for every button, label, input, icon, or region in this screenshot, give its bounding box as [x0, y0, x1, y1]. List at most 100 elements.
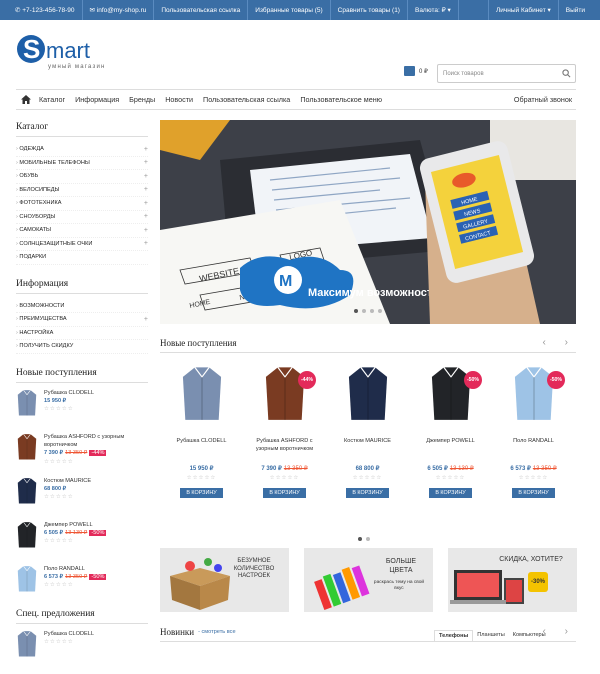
logout-link[interactable]: Выйти: [557, 0, 592, 20]
product-card[interactable]: -50% Поло RANDALL 6 573 ₽13 350 ₽ ☆☆☆☆☆ В КО…: [492, 365, 575, 499]
list-item[interactable]: Джемпер POWELL 6 505 ₽13 130 ₽ -50% ☆☆☆☆☆: [16, 521, 148, 565]
list-item[interactable]: Рубашка CLODELL ☆☆☆☆☆: [16, 630, 148, 674]
callback-link[interactable]: Обратный звонок: [514, 95, 572, 104]
promo-colors[interactable]: Больше цвета раскрась тему на свой вкус: [304, 548, 433, 612]
product-thumbnail[interactable]: [16, 521, 38, 549]
search-input[interactable]: Поиск товаров: [437, 64, 576, 83]
add-to-cart-button[interactable]: В КОРЗИНУ: [346, 488, 389, 498]
sidebar-item[interactable]: Велосипеды +: [16, 184, 148, 197]
product-thumbnail[interactable]: [16, 630, 38, 658]
add-to-cart-button[interactable]: В КОРЗИНУ: [180, 488, 223, 498]
nav-item-info[interactable]: Информация: [75, 95, 119, 104]
expand-icon[interactable]: +: [144, 173, 148, 180]
promo-discount[interactable]: Скидка, хотите? -30%: [448, 548, 577, 612]
sidebar-item[interactable]: Самокаты +: [16, 224, 148, 238]
tab-computers[interactable]: Компьютеры: [509, 630, 550, 641]
expand-icon[interactable]: +: [144, 227, 148, 234]
svg-text:умный магазин: умный магазин: [48, 63, 106, 70]
sidebar-item[interactable]: Фототехника +: [16, 197, 148, 211]
new-arrivals-title: Новые поступления: [16, 368, 148, 383]
old-price: 13 350 ₽: [283, 466, 308, 472]
product-name[interactable]: Рубашка CLODELL: [160, 437, 243, 461]
product-name[interactable]: Поло RANDALL: [44, 565, 106, 573]
sidebar-item-label: Возможности: [16, 303, 64, 309]
product-image[interactable]: [326, 365, 409, 427]
product-image[interactable]: [160, 365, 243, 427]
carousel-arrows[interactable]: ‹ ›: [543, 337, 576, 348]
product-thumbnail[interactable]: [16, 389, 38, 417]
product-carousel: Рубашка CLODELL 15 950 ₽ ☆☆☆☆☆ В КОРЗИНУ -44…: [160, 365, 576, 499]
account-dropdown[interactable]: Личный Кабинет ▾: [487, 0, 558, 20]
rating-stars: ☆☆☆☆☆: [44, 458, 74, 465]
product-card[interactable]: Рубашка CLODELL 15 950 ₽ ☆☆☆☆☆ В КОРЗИНУ: [160, 365, 243, 499]
list-item[interactable]: Поло RANDALL 6 573 ₽13 350 ₽ -50% ☆☆☆☆☆: [16, 565, 148, 609]
expand-icon[interactable]: +: [144, 316, 148, 323]
product-name[interactable]: Джемпер POWELL: [409, 437, 492, 461]
discount-badge: -44%: [298, 371, 316, 389]
carousel-pager[interactable]: [356, 528, 372, 546]
product-card[interactable]: Костюм MAURICE 68 800 ₽ ☆☆☆☆☆ В КОРЗИНУ: [326, 365, 409, 499]
cart-button[interactable]: 0 ₽: [404, 66, 428, 76]
sidebar-item[interactable]: Одежда +: [16, 143, 148, 157]
sidebar-item[interactable]: Настройка: [16, 327, 148, 340]
tab-phones[interactable]: Телефоны: [434, 630, 474, 641]
product-name[interactable]: Рубашка CLODELL: [44, 630, 94, 638]
phone-link[interactable]: ✆ +7-123-456-78-90: [8, 0, 83, 20]
promo-settings[interactable]: Безумное количество настроек: [160, 548, 289, 612]
expand-icon[interactable]: +: [144, 146, 148, 153]
product-name[interactable]: Рубашка CLODELL: [44, 389, 94, 397]
product-name[interactable]: Костюм MAURICE: [326, 437, 409, 461]
list-item[interactable]: Рубашка ASHFORD с узорным воротничком 7 3…: [16, 433, 148, 477]
expand-icon[interactable]: +: [144, 240, 148, 247]
favorites-link[interactable]: Избранные товары (5): [248, 0, 331, 20]
nav-item-custom-link[interactable]: Пользовательская ссылка: [203, 95, 290, 104]
nav-item-brands[interactable]: Бренды: [129, 95, 155, 104]
compare-link[interactable]: Сравнить товары (1): [331, 0, 408, 20]
special-offers-list: Рубашка CLODELL ☆☆☆☆☆: [16, 630, 148, 674]
add-to-cart-button[interactable]: В КОРЗИНУ: [512, 488, 555, 498]
list-item[interactable]: Рубашка CLODELL 15 950 ₽ ☆☆☆☆☆: [16, 389, 148, 433]
search-icon[interactable]: [562, 69, 571, 78]
sidebar-item[interactable]: Мобильные телефоны +: [16, 157, 148, 170]
email-link[interactable]: ✉ info@my-shop.ru: [83, 0, 155, 20]
expand-icon[interactable]: +: [144, 213, 148, 220]
product-thumbnail[interactable]: [16, 477, 38, 505]
expand-icon[interactable]: +: [144, 186, 148, 193]
product-name[interactable]: Поло RANDALL: [492, 437, 575, 461]
product-thumbnail[interactable]: [16, 433, 38, 461]
sidebar-item[interactable]: Преимущества +: [16, 313, 148, 327]
expand-icon[interactable]: +: [144, 200, 148, 207]
product-info: Поло RANDALL 6 573 ₽13 350 ₽ -50% ☆☆☆☆☆: [44, 565, 107, 609]
expand-icon[interactable]: +: [144, 159, 148, 166]
sidebar-item[interactable]: Сноуборды +: [16, 211, 148, 224]
logo[interactable]: S mart умный магазин: [16, 34, 116, 76]
product-card[interactable]: -50% Джемпер POWELL 6 505 ₽13 130 ₽ ☆☆☆☆☆ В …: [409, 365, 492, 499]
nav-item-custom-menu[interactable]: Пользовательское меню: [300, 95, 382, 104]
list-item[interactable]: Костюм MAURICE 68 800 ₽ ☆☆☆☆☆: [16, 477, 148, 521]
product-name[interactable]: Костюм MAURICE: [44, 477, 91, 485]
add-to-cart-button[interactable]: В КОРЗИНУ: [263, 488, 306, 498]
currency-dropdown[interactable]: Валюта: ₽ ▾: [408, 0, 459, 20]
product-thumbnail[interactable]: [16, 565, 38, 593]
sidebar-item[interactable]: Подарки: [16, 251, 148, 265]
sidebar-item[interactable]: Обувь +: [16, 170, 148, 184]
product-name[interactable]: Рубашка ASHFORD с узорным воротничком: [243, 437, 326, 461]
banner-pager[interactable]: [160, 300, 576, 318]
add-to-cart-button[interactable]: В КОРЗИНУ: [429, 488, 472, 498]
novelties-see-all[interactable]: - смотреть все: [198, 629, 236, 635]
product-name[interactable]: Джемпер POWELL: [44, 521, 106, 529]
sidebar-item[interactable]: Возможности: [16, 300, 148, 313]
product-card[interactable]: -44% Рубашка ASHFORD с узорным воротничко…: [243, 365, 326, 499]
custom-link[interactable]: Пользовательская ссылка: [154, 0, 249, 20]
rating-stars: ☆☆☆☆☆: [44, 638, 74, 645]
discount-badge: -50%: [464, 371, 482, 389]
nav-item-news[interactable]: Новости: [165, 95, 193, 104]
tab-tablets[interactable]: Планшеты: [473, 630, 508, 641]
home-icon[interactable]: [21, 95, 31, 104]
nav-item-catalog[interactable]: Каталог: [39, 95, 65, 104]
sidebar-item[interactable]: Солнцезащитные очки +: [16, 238, 148, 251]
hero-banner[interactable]: WEBSITE LOGO HOME NEWS GALLERY M Максиму…: [160, 120, 576, 324]
discount-badge: -44%: [89, 450, 107, 457]
sidebar-item[interactable]: Получить скидку: [16, 340, 148, 354]
product-name[interactable]: Рубашка ASHFORD с узорным воротничком: [44, 433, 148, 450]
